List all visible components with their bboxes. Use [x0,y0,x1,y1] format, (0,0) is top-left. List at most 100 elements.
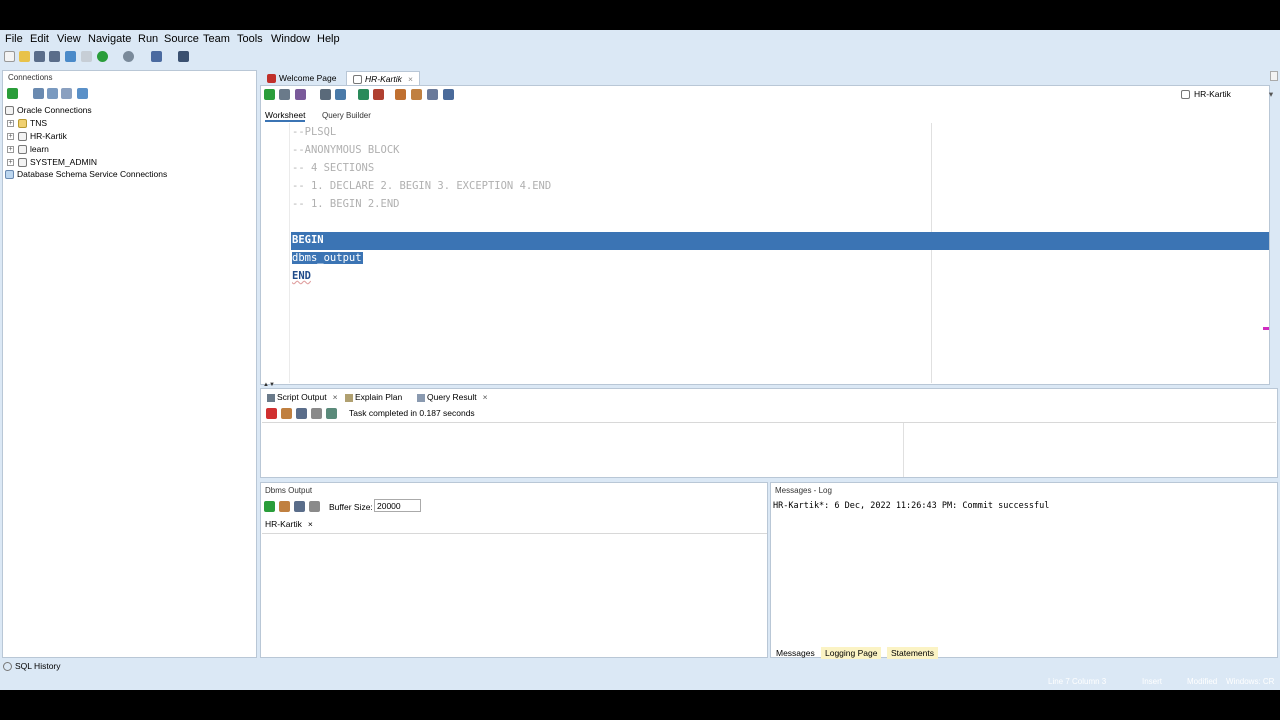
buffer-size-input[interactable]: 20000 [374,499,421,512]
menu-window[interactable]: Window [271,33,310,45]
selected-line-highlight [291,232,1269,250]
worksheet-toolbar: HR-Kartik ▾ [261,86,1273,103]
tree-item-hr-kartik[interactable]: + HR-Kartik [7,131,67,142]
chevron-down-icon[interactable]: ▾ [1269,89,1273,99]
tab-script-output[interactable]: Script Output × [263,391,342,403]
save-icon[interactable] [296,408,307,419]
close-tab-icon[interactable]: × [333,392,338,402]
code-line-selected: BEGIN [292,234,324,246]
database-icon [5,106,14,116]
dbms-output-area[interactable] [262,533,767,657]
gutter-divider [289,123,290,383]
menu-team[interactable]: Team [203,33,230,45]
print-icon[interactable] [311,408,322,419]
add-connection-icon[interactable] [7,88,18,99]
grid-icon [417,393,425,402]
print-icon[interactable] [309,501,320,512]
expand-icon[interactable]: + [7,133,14,141]
history-icon[interactable] [427,89,438,100]
menu-run[interactable]: Run [138,33,158,45]
save-all-icon[interactable] [49,51,60,62]
clear-icon[interactable] [411,89,422,100]
connections-panel: Connections Oracle Connections + TNS + HR-… [2,70,257,658]
close-tab-icon[interactable]: × [308,519,313,529]
explain-plan-icon[interactable] [320,89,331,100]
tab-logging-page[interactable]: Logging Page [821,647,882,659]
new-file-icon[interactable] [4,51,15,62]
menu-edit[interactable]: Edit [30,33,49,45]
code-editor[interactable]: --PLSQL --ANONYMOUS BLOCK -- 4 SECTIONS … [262,123,1269,383]
tree-db-schema-service[interactable]: Database Schema Service Connections [5,169,167,180]
expand-icon[interactable]: + [7,146,14,154]
clear-icon[interactable] [281,408,292,419]
run-script-icon[interactable] [279,89,290,100]
back-icon[interactable] [123,51,134,62]
error-marker[interactable] [1263,327,1269,330]
cancel-icon[interactable] [373,89,384,100]
oracle-icon [267,74,276,84]
sql-history-tab[interactable]: SQL History [3,661,61,672]
refresh-icon[interactable] [33,88,44,99]
close-tab-icon[interactable]: × [408,74,413,84]
run-statement-icon[interactable] [264,89,275,100]
worksheet-subtabs: Worksheet Query Builder [261,107,1269,122]
close-tab-icon[interactable]: × [483,392,488,402]
redo-icon[interactable] [81,51,92,62]
autotrace-icon[interactable] [295,89,306,100]
enable-output-icon[interactable] [264,501,275,512]
open-folder-icon[interactable] [19,51,30,62]
menu-tools[interactable]: Tools [237,33,263,45]
schema-browser-icon[interactable] [61,88,72,99]
menu-file[interactable]: File [5,33,23,45]
tab-worksheet[interactable]: Worksheet [265,110,306,122]
tree-oracle-connections[interactable]: Oracle Connections [5,105,92,116]
main-toolbar [0,48,1280,66]
binoculars-icon[interactable] [178,51,189,62]
format-icon[interactable] [443,89,454,100]
undo-icon[interactable] [65,51,76,62]
export-icon[interactable] [326,408,337,419]
menu-navigate[interactable]: Navigate [88,33,131,45]
tab-welcome-page[interactable]: Welcome Page [261,71,343,86]
run-icon[interactable] [97,51,108,62]
tab-explain-plan[interactable]: Explain Plan [341,391,406,403]
expand-icon[interactable]: + [7,159,14,167]
clear-icon[interactable] [279,501,290,512]
code-line-selected: dbms_output [292,252,363,264]
tree-item-system-admin[interactable]: + SYSTEM_ADMIN [7,157,97,168]
maximize-icon[interactable] [1270,71,1278,81]
tab-dbms-hr-kartik[interactable]: HR-Kartik × [261,518,317,530]
tab-statements[interactable]: Statements [887,647,938,659]
tree-item-learn[interactable]: + learn [7,144,49,155]
menu-view[interactable]: View [57,33,81,45]
tab-query-result[interactable]: Query Result × [413,391,492,403]
cloud-icon [5,170,14,180]
debug-icon[interactable] [151,51,162,62]
code-line: --ANONYMOUS BLOCK [292,144,400,156]
save-icon[interactable] [294,501,305,512]
tab-query-builder[interactable]: Query Builder [322,111,371,120]
pin-icon[interactable] [266,408,277,419]
dbms-output-title: Dbms Output [265,486,313,495]
connection-selector[interactable]: HR-Kartik ▾ [1181,89,1273,100]
menu-source[interactable]: Source [164,33,199,45]
tree-item-tns[interactable]: + TNS [7,118,47,129]
menu-help[interactable]: Help [317,33,340,45]
collapse-icon[interactable] [77,88,88,99]
database-icon [18,132,27,142]
sql-tuning-icon[interactable] [395,89,406,100]
rollback-icon[interactable] [358,89,369,100]
tab-hr-kartik[interactable]: HR-Kartik × [346,71,420,87]
filter-icon[interactable] [47,88,58,99]
script-output-area[interactable] [262,422,1276,477]
script-icon [267,393,275,402]
expand-icon[interactable]: + [7,120,14,128]
messages-log-panel: Messages - Log HR-Kartik*: 6 Dec, 2022 1… [770,482,1278,659]
buffer-size-label: Buffer Size: [329,502,373,512]
code-line: --PLSQL [292,126,337,138]
tab-messages[interactable]: Messages [772,647,819,659]
save-icon[interactable] [34,51,45,62]
commit-icon[interactable] [335,89,346,100]
output-panel: Script Output × Explain Plan Query Result… [260,388,1278,478]
database-icon [18,158,27,168]
